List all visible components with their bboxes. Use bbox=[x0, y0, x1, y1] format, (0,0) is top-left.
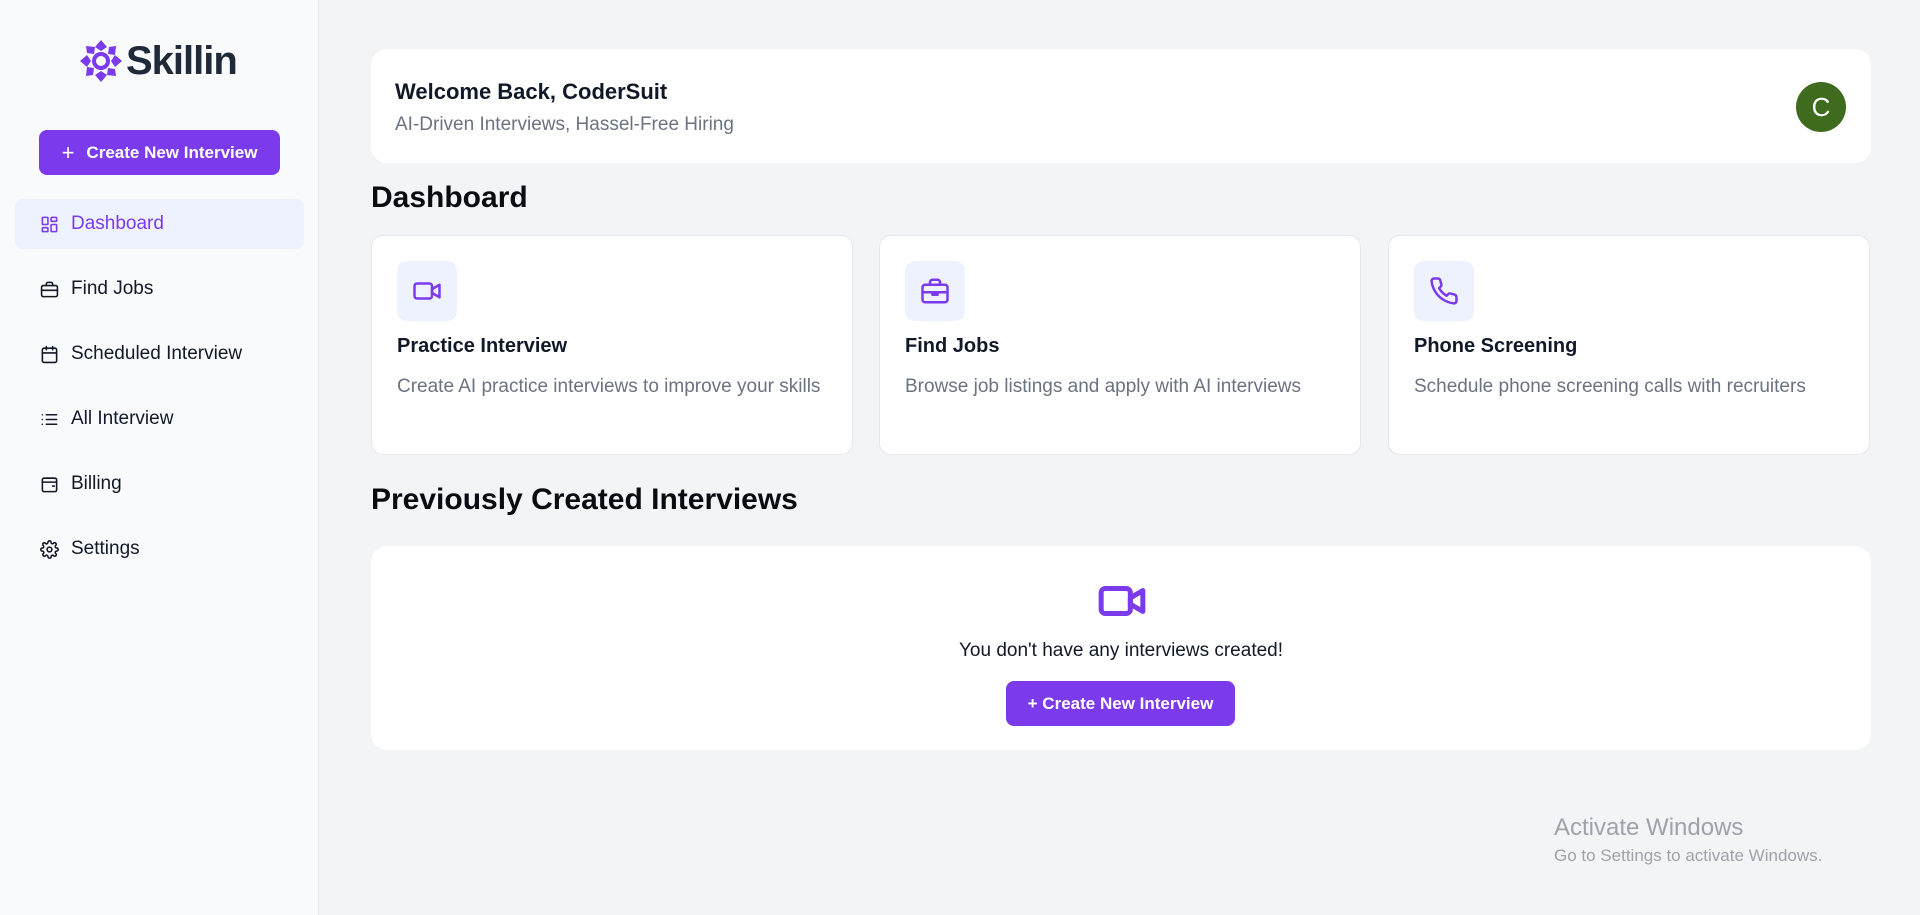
sidebar-item-settings[interactable]: Settings bbox=[15, 524, 304, 574]
welcome-banner: Welcome Back, CoderSuit AI-Driven Interv… bbox=[371, 49, 1871, 163]
welcome-title: Welcome Back, CoderSuit bbox=[395, 79, 668, 104]
watermark-title: Activate Windows bbox=[1554, 814, 1744, 841]
card-description: Create AI practice interviews to improve… bbox=[397, 376, 821, 397]
card-description: Schedule phone screening calls with recr… bbox=[1414, 376, 1806, 397]
sidebar: Skillin + Create New Interview Dashboard… bbox=[0, 0, 319, 915]
avatar[interactable]: C bbox=[1796, 82, 1846, 132]
welcome-subtitle: AI-Driven Interviews, Hassel-Free Hiring bbox=[395, 114, 734, 135]
gear-icon bbox=[40, 539, 59, 559]
sidebar-item-label: Find Jobs bbox=[71, 278, 154, 299]
sidebar-item-billing[interactable]: Billing bbox=[15, 459, 304, 509]
sidebar-item-find-jobs[interactable]: Find Jobs bbox=[15, 264, 304, 314]
phone-icon bbox=[1430, 277, 1458, 305]
skillin-logo-icon bbox=[80, 40, 122, 82]
app-logo[interactable]: Skillin bbox=[78, 38, 238, 84]
list-icon bbox=[41, 413, 58, 425]
sidebar-item-all-interview[interactable]: All Interview bbox=[15, 394, 304, 444]
briefcase-icon bbox=[40, 281, 59, 297]
watermark-subtitle: Go to Settings to activate Windows. bbox=[1554, 846, 1823, 865]
find-jobs-card[interactable]: Find Jobs Browse job listings and apply … bbox=[879, 235, 1361, 455]
empty-create-interview-button[interactable]: + Create New Interview bbox=[1006, 681, 1235, 726]
windows-activation-watermark: Activate Windows Go to Settings to activ… bbox=[1554, 814, 1822, 866]
video-icon bbox=[413, 282, 441, 300]
sidebar-item-label: Dashboard bbox=[71, 213, 164, 234]
briefcase-icon bbox=[921, 278, 949, 304]
card-icon-box bbox=[905, 261, 965, 321]
brand-name: Skillin bbox=[126, 38, 238, 83]
card-title: Practice Interview bbox=[397, 335, 568, 357]
create-new-interview-button[interactable]: + Create New Interview bbox=[39, 130, 280, 175]
practice-interview-card[interactable]: Practice Interview Create AI practice in… bbox=[371, 235, 853, 455]
sidebar-item-label: All Interview bbox=[71, 408, 174, 429]
create-new-interview-label: Create New Interview bbox=[86, 142, 258, 162]
empty-state-icon bbox=[1097, 576, 1147, 626]
sidebar-item-label: Settings bbox=[71, 538, 140, 559]
dashboard-cards: Practice Interview Create AI practice in… bbox=[371, 235, 1871, 455]
dashboard-title: Dashboard bbox=[371, 181, 528, 214]
plus-icon: + bbox=[61, 139, 75, 165]
video-icon bbox=[1098, 586, 1146, 616]
phone-screening-card[interactable]: Phone Screening Schedule phone screening… bbox=[1388, 235, 1870, 455]
sidebar-item-dashboard[interactable]: Dashboard bbox=[15, 199, 304, 249]
dashboard-icon bbox=[41, 216, 58, 232]
empty-state: You don't have any interviews created! +… bbox=[371, 546, 1871, 750]
sidebar-item-label: Scheduled Interview bbox=[71, 343, 243, 364]
calendar-icon bbox=[41, 345, 58, 363]
card-title: Phone Screening bbox=[1414, 335, 1578, 357]
sidebar-nav: Dashboard Find Jobs Scheduled Interview … bbox=[15, 199, 304, 589]
card-icon-box bbox=[397, 261, 457, 321]
sidebar-item-scheduled-interview[interactable]: Scheduled Interview bbox=[15, 329, 304, 379]
empty-state-text: You don't have any interviews created! bbox=[958, 640, 1284, 661]
card-description: Browse job listings and apply with AI in… bbox=[905, 376, 1302, 397]
sidebar-item-label: Billing bbox=[71, 473, 122, 494]
card-icon-box bbox=[1414, 261, 1474, 321]
previous-interviews-title: Previously Created Interviews bbox=[371, 483, 798, 516]
card-title: Find Jobs bbox=[905, 335, 1000, 357]
wallet-icon bbox=[41, 476, 58, 492]
